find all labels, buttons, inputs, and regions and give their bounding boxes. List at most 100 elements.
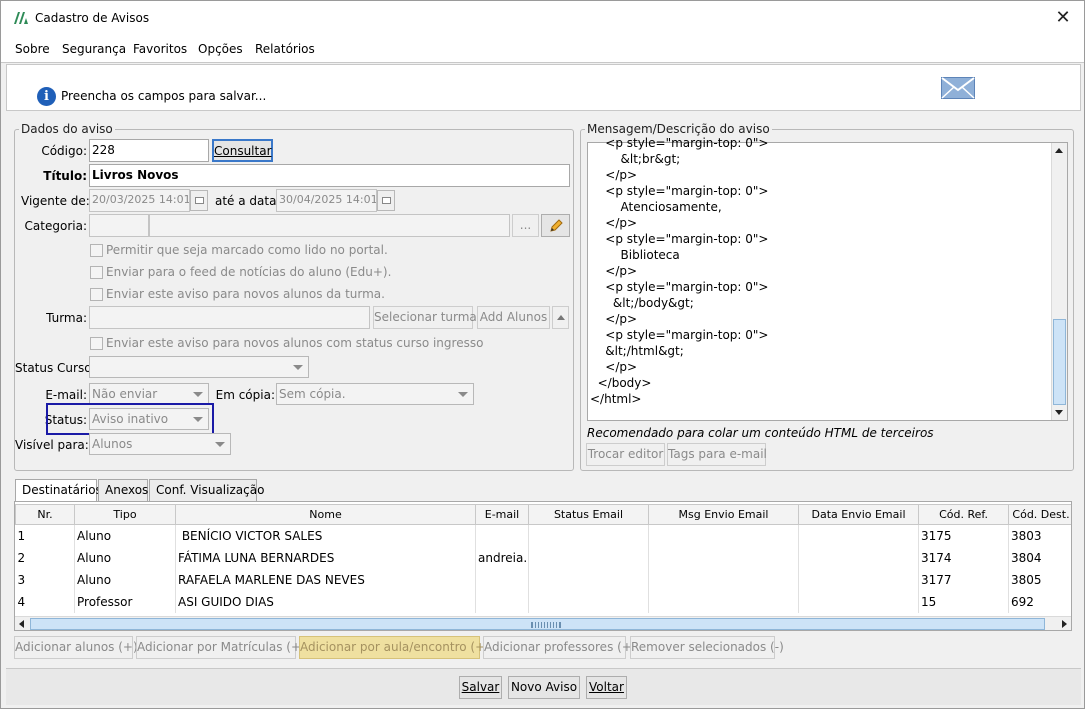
- vigente-field[interactable]: 20/03/2025 14:01: [89, 189, 190, 212]
- menu-sobre[interactable]: Sobre: [15, 42, 50, 56]
- column-header[interactable]: Nome: [175, 504, 476, 525]
- consultar-button[interactable]: Consultar: [212, 139, 273, 162]
- consultar-label: Consultar: [214, 144, 272, 158]
- close-icon[interactable]: ✕: [1052, 7, 1074, 28]
- turma-label: Turma:: [46, 311, 87, 325]
- ate-field[interactable]: 30/04/2025 14:01: [276, 189, 377, 212]
- visivel-para-dropdown[interactable]: Alunos: [89, 433, 231, 455]
- tab-conf-visualizacao[interactable]: Conf. Visualização: [149, 479, 264, 501]
- status-curso-label: Status Curso:: [15, 361, 96, 375]
- chk-feed-noticias[interactable]: [90, 266, 103, 279]
- adicionar-alunos-button[interactable]: Adicionar alunos (+): [14, 636, 138, 659]
- table-cell: 3: [15, 568, 75, 591]
- adicionar-professores-button[interactable]: Adicionar professores (+): [483, 636, 637, 659]
- column-header[interactable]: Nr.: [15, 504, 75, 525]
- titulo-field[interactable]: Livros Novos: [89, 164, 570, 187]
- calendar-icon[interactable]: [377, 190, 395, 211]
- ate-label: até a data:: [215, 194, 281, 208]
- categoria-search-button[interactable]: ...: [512, 214, 539, 237]
- tags-email-button[interactable]: Tags para e-mail: [667, 443, 767, 466]
- table-cell: Aluno: [74, 568, 176, 591]
- table-cell: [528, 546, 649, 569]
- table-row[interactable]: 3 Aluno RAFAELA MARLENE DAS NEVES 3177 3805: [15, 568, 1071, 591]
- table-cell: 4: [15, 590, 75, 613]
- table-cell: [475, 590, 529, 613]
- edit-pencil-icon[interactable]: [541, 214, 570, 237]
- column-header[interactable]: Msg Envio Email: [648, 504, 799, 525]
- titulo-label: Título:: [43, 169, 87, 183]
- info-message: Preencha os campos para salvar...: [61, 89, 267, 103]
- column-header[interactable]: Cód. Ref.: [918, 504, 1009, 525]
- scroll-thumb[interactable]: [30, 618, 1045, 630]
- column-header[interactable]: Cód. Dest.: [1008, 504, 1071, 525]
- html-editor[interactable]: <p style="margin-top: 0"> &lt;br&gt; </p…: [587, 136, 1068, 421]
- em-copia-dropdown[interactable]: Sem cópia.: [276, 383, 474, 405]
- visivel-para-label: Visível para:: [15, 438, 89, 452]
- visivel-para-value: Alunos: [92, 437, 133, 451]
- selecionar-turma-button[interactable]: Selecionar turma: [373, 306, 477, 329]
- trocar-editor-button[interactable]: Trocar editor: [586, 443, 665, 466]
- table-cell: [648, 524, 799, 547]
- turma-field[interactable]: [89, 306, 370, 329]
- calendar-icon[interactable]: [190, 190, 208, 211]
- column-header[interactable]: Status Email: [528, 504, 649, 525]
- pencil-icon: [549, 219, 563, 232]
- info-icon: i: [37, 87, 56, 106]
- chk-novos-alunos-turma[interactable]: [90, 288, 103, 301]
- codigo-field[interactable]: 228: [89, 139, 209, 162]
- table-cell: [475, 524, 529, 547]
- salvar-button[interactable]: Salvar: [459, 676, 502, 699]
- status-highlight-box: [46, 403, 214, 435]
- email-label: E-mail:: [45, 388, 87, 402]
- table-cell: 15: [918, 590, 1009, 613]
- menu-favoritos[interactable]: Favoritos: [133, 42, 187, 56]
- em-copia-label: Em cópia:: [215, 388, 275, 402]
- categoria-name-field[interactable]: [149, 214, 510, 237]
- categoria-code-field[interactable]: [89, 214, 149, 237]
- table-row[interactable]: 1 Aluno BENÍCIO VICTOR SALES 3175 3803: [15, 524, 1071, 547]
- adicionar-aula-encontro-button[interactable]: Adicionar por aula/encontro (+): [299, 636, 490, 659]
- voltar-button[interactable]: Voltar: [586, 676, 627, 699]
- tab-anexos[interactable]: Anexos: [98, 479, 148, 501]
- editor-vertical-scrollbar[interactable]: [1051, 143, 1067, 420]
- table-row[interactable]: 4 Professor ASI GUIDO DIAS 15 692: [15, 590, 1071, 613]
- scroll-up-icon[interactable]: [1052, 143, 1067, 158]
- menu-relatorios[interactable]: Relatórios: [255, 42, 315, 56]
- email-dropdown[interactable]: Não enviar: [89, 383, 209, 405]
- table-cell: Aluno: [74, 546, 176, 569]
- remover-selecionados-button[interactable]: Remover selecionados (-): [630, 636, 784, 659]
- chk-status-ingresso[interactable]: [90, 337, 103, 350]
- mensagem-legend: Mensagem/Descrição do aviso: [587, 122, 770, 136]
- destinatarios-table: Nr. Tipo Nome E-mail Status Email Msg En…: [15, 504, 1071, 613]
- chk-marcado-lido[interactable]: [90, 244, 103, 257]
- grid-horizontal-scrollbar[interactable]: [15, 616, 1071, 630]
- menu-opcoes[interactable]: Opções: [198, 42, 243, 56]
- table-cell: [528, 590, 649, 613]
- column-header[interactable]: Data Envio Email: [798, 504, 919, 525]
- table-row[interactable]: 2AlunoFÁTIMA LUNA BERNARDESandreia... 317…: [15, 546, 1071, 569]
- chk-marcado-lido-label: Permitir que seja marcado como lido no p…: [106, 243, 388, 257]
- scroll-down-icon[interactable]: [1052, 405, 1067, 420]
- chevron-down-icon: [215, 442, 225, 447]
- novo-aviso-button[interactable]: Novo Aviso: [508, 676, 580, 699]
- menu-seguranca[interactable]: Segurança: [62, 42, 126, 56]
- scroll-up-icon[interactable]: [552, 306, 569, 329]
- dados-legend: Dados do aviso: [21, 122, 113, 136]
- chevron-down-icon: [293, 365, 303, 370]
- column-header[interactable]: Tipo: [74, 504, 176, 525]
- tab-destinatarios[interactable]: Destinatários: [15, 479, 102, 502]
- add-alunos-button[interactable]: Add Alunos: [477, 306, 550, 329]
- em-copia-value: Sem cópia.: [279, 387, 346, 401]
- adicionar-matriculas-button[interactable]: Adicionar por Matrículas (+): [136, 636, 306, 659]
- column-header[interactable]: E-mail: [475, 504, 529, 525]
- scroll-thumb[interactable]: [1053, 319, 1066, 405]
- scroll-right-icon[interactable]: [1062, 620, 1067, 628]
- app-logo-icon: [14, 12, 28, 24]
- scroll-left-icon[interactable]: [19, 620, 24, 628]
- scroll-grip: [531, 622, 561, 628]
- table-cell: RAFAELA MARLENE DAS NEVES: [175, 568, 476, 591]
- table-cell: [798, 546, 919, 569]
- table-cell: [798, 524, 919, 547]
- status-curso-dropdown[interactable]: [89, 356, 309, 378]
- table-cell: andreia...: [475, 546, 529, 569]
